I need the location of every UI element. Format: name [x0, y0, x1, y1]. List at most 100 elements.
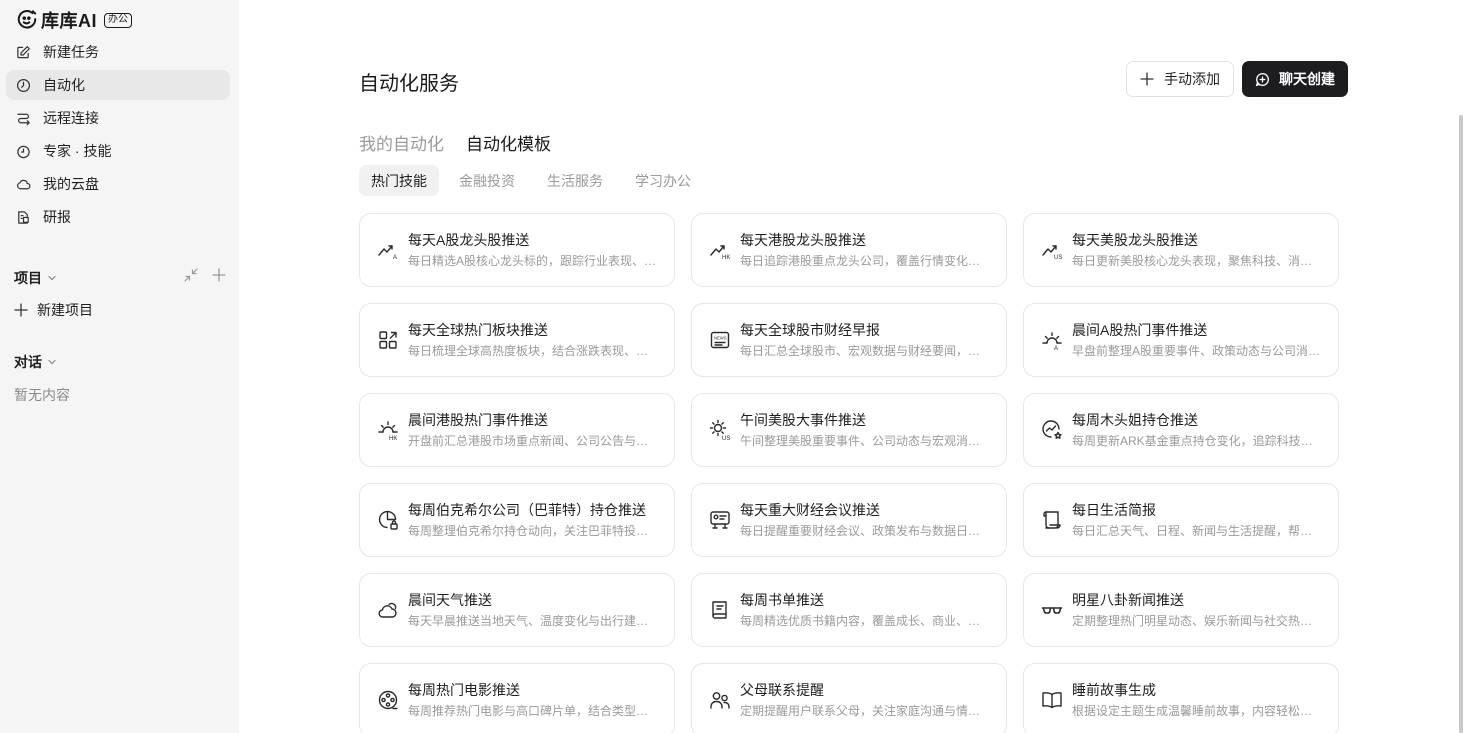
chip-finance[interactable]: 金融投资: [447, 165, 527, 196]
card-title: 睡前故事生成: [1072, 682, 1156, 698]
nav-report[interactable]: 研报: [6, 202, 230, 232]
template-card[interactable]: HK 晨间港股热门事件推送 开盘前汇总港股市场重点新闻、公司公告与行业动态: [359, 393, 675, 467]
template-card[interactable]: 每天全球热门板块推送每日梳理全球高热度板块，结合涨跌表现、资金热度与新闻催化: [359, 303, 675, 377]
template-card[interactable]: 每日生活简报每日汇总天气、日程、新闻与生活提醒，帮助规划美好一天: [1023, 483, 1339, 557]
card-desc: 定期整理热门明星动态、娱乐新闻与社交热点话题: [1072, 614, 1324, 628]
nav-experts[interactable]: 专家 · 技能: [6, 136, 230, 166]
projects-header[interactable]: 项目: [14, 268, 57, 288]
nav-new-task[interactable]: 新建任务: [6, 37, 230, 67]
page-title: 自动化服务: [359, 73, 459, 95]
brand[interactable]: 库库AI 办公: [16, 8, 132, 32]
card-title: 每天A股龙头股推送: [408, 232, 530, 248]
chats-title: 对话: [14, 354, 42, 370]
smiley-logo-icon: [17, 10, 37, 29]
template-card[interactable]: 每周热门电影推送每周推荐热门电影与高口碑片单，结合类型、评分与观影建议: [359, 663, 675, 733]
sunrise-a-icon: A: [1042, 332, 1062, 352]
card-title: 每天美股龙头股推送: [1072, 232, 1198, 248]
edit-icon: [17, 45, 30, 58]
template-card[interactable]: 睡前故事生成根据设定主题生成温馨睡前故事，内容轻松自然适合亲子阅读: [1023, 663, 1339, 733]
card-title: 每天全球股市财经早报: [740, 322, 880, 338]
chat-plus-icon: [1255, 72, 1269, 86]
template-card[interactable]: A 晨间A股热门事件推送早盘前整理A股重要事件、政策动态与公司消息，助力开盘决策: [1023, 303, 1339, 377]
brand-badge: 办公: [104, 12, 132, 28]
card-title: 明星八卦新闻推送: [1072, 592, 1184, 608]
scroll-icon: [1043, 511, 1061, 529]
template-card[interactable]: 父母联系提醒 定期提醒用户联系父母，关注家庭沟通与情感陪伴: [691, 663, 1007, 733]
card-desc: 每周精选优质书籍内容，覆盖成长、商业、文学等多个领域: [740, 614, 992, 628]
chats-header[interactable]: 对话: [14, 352, 57, 372]
card-title: 每天重大财经会议推送: [740, 502, 880, 518]
nav-automation[interactable]: 自动化: [6, 70, 230, 100]
tab-my-automation[interactable]: 我的自动化: [359, 130, 444, 155]
card-desc: 每日梳理全球高热度板块，结合涨跌表现、资金热度与新闻催化: [408, 344, 660, 358]
chevron-down-icon: [48, 359, 56, 365]
nav-label: 远程连接: [43, 110, 99, 126]
template-card[interactable]: US 每天美股龙头股推送每日更新美股核心龙头表现，聚焦科技、消费与金融板块动态: [1023, 213, 1339, 287]
template-card[interactable]: 每周木头姐持仓推送每周更新ARK基金重点持仓变化，追踪科技成长投资方向: [1023, 393, 1339, 467]
news-icon: NEWS: [710, 331, 730, 349]
trend-hk-icon: HK: [710, 245, 730, 261]
add-project-icon[interactable]: [212, 268, 226, 282]
open-book-icon: [1042, 692, 1062, 709]
template-card[interactable]: 每周书单推送每周精选优质书籍内容，覆盖成长、商业、文学等多个领域: [691, 573, 1007, 647]
trend-us-icon: US: [1042, 245, 1062, 261]
cloud-icon: [17, 179, 31, 189]
card-desc: 每日汇总天气、日程、新闻与生活提醒，帮助规划美好一天: [1072, 524, 1324, 538]
report-icon: [18, 210, 29, 224]
chat-create-button[interactable]: 聊天创建: [1242, 61, 1348, 97]
category-chips: 热门技能 金融投资 生活服务 学习办公: [359, 165, 711, 196]
route-icon: [17, 113, 30, 125]
card-desc: 早盘前整理A股重要事件、政策动态与公司消息，助力开盘决策: [1072, 344, 1324, 358]
template-card[interactable]: NEWS 每天全球股市财经早报每日汇总全球股市、宏观数据与财经要闻，快速掌握市场…: [691, 303, 1007, 377]
film-reel-icon: [378, 690, 398, 710]
card-title: 午间美股大事件推送: [740, 412, 866, 428]
template-card[interactable]: A 每天A股龙头股推送每日精选A股核心龙头标的，跟踪行业表现、资金动向与技术走势: [359, 213, 675, 287]
sidebar-nav: 新建任务 自动化 远程连接 专家 · 技能 我的云盘 研报: [6, 37, 230, 235]
card-desc: 每日精选A股核心龙头标的，跟踪行业表现、资金动向与技术走势: [408, 254, 660, 268]
chip-study-office[interactable]: 学习办公: [623, 165, 703, 196]
manual-add-label: 手动添加: [1164, 71, 1220, 87]
card-title: 每天全球热门板块推送: [408, 322, 548, 338]
template-card[interactable]: HK 每天港股龙头股推送每日追踪港股重点龙头公司，覆盖行情变化、资金流向与市场热…: [691, 213, 1007, 287]
sidebar: 库库AI 办公 新建任务 自动化 远程连接 专家 · 技能 我的云盘 研报 项目: [0, 0, 239, 733]
card-desc: 每周更新ARK基金重点持仓变化，追踪科技成长投资方向: [1072, 434, 1324, 448]
card-title: 每周书单推送: [740, 592, 824, 608]
nav-label: 研报: [43, 209, 71, 225]
template-card[interactable]: 明星八卦新闻推送定期整理热门明星动态、娱乐新闻与社交热点话题: [1023, 573, 1339, 647]
card-desc: 每周推荐热门电影与高口碑片单，结合类型、评分与观影建议: [408, 704, 660, 718]
new-project-label: 新建项目: [37, 302, 93, 318]
plus-icon: [1140, 72, 1154, 86]
card-desc: 每日追踪港股重点龙头公司，覆盖行情变化、资金流向与市场热度: [740, 254, 992, 268]
template-card[interactable]: US 午间美股大事件推送午间整理美股重要事件、公司动态与宏观消息，及时跟进市场: [691, 393, 1007, 467]
card-title: 每周木头姐持仓推送: [1072, 412, 1198, 428]
sunrise-hk-icon: HK: [378, 421, 398, 442]
chats-empty: 暂无内容: [14, 387, 70, 403]
sun-us-icon: US: [709, 419, 730, 442]
chat-create-label: 聊天创建: [1279, 71, 1335, 87]
template-card[interactable]: 每周伯克希尔公司（巴菲特）持仓推送每周整理伯克希尔持仓动向，关注巴菲特投资组合调…: [359, 483, 675, 557]
new-project-button[interactable]: 新建项目: [14, 300, 93, 320]
book-icon: [712, 601, 727, 619]
main-scrollbar[interactable]: [1459, 115, 1463, 733]
chevron-down-icon: [48, 275, 56, 281]
card-desc: 定期提醒用户联系父母，关注家庭沟通与情感陪伴: [740, 704, 992, 718]
collapse-icon[interactable]: [184, 268, 198, 282]
card-desc: 每天早晨推送当地天气、温度变化与出行建议，轻松安排行程: [408, 614, 660, 628]
chip-hot-skills[interactable]: 热门技能: [359, 165, 439, 196]
nav-remote[interactable]: 远程连接: [6, 103, 230, 133]
card-desc: 午间整理美股重要事件、公司动态与宏观消息，及时跟进市场: [740, 434, 992, 448]
manual-add-button[interactable]: 手动添加: [1126, 61, 1234, 97]
nav-label: 我的云盘: [43, 176, 99, 192]
template-card[interactable]: 每天重大财经会议推送每日提醒重要财经会议、政策发布与数据日程，把握关键节点: [691, 483, 1007, 557]
template-grid: A 每天A股龙头股推送每日精选A股核心龙头标的，跟踪行业表现、资金动向与技术走势…: [359, 213, 1339, 733]
nav-cloud[interactable]: 我的云盘: [6, 169, 230, 199]
tab-automation-templates[interactable]: 自动化模板: [466, 130, 551, 155]
svg-text:US: US: [722, 436, 730, 442]
card-title: 每周热门电影推送: [408, 682, 520, 698]
cloud-sun-icon: [378, 602, 397, 618]
template-card[interactable]: 晨间天气推送每天早晨推送当地天气、温度变化与出行建议，轻松安排行程: [359, 573, 675, 647]
users-icon: [710, 692, 730, 709]
chip-life-services[interactable]: 生活服务: [535, 165, 615, 196]
project-actions: [184, 268, 240, 282]
timer-icon: [17, 145, 30, 158]
